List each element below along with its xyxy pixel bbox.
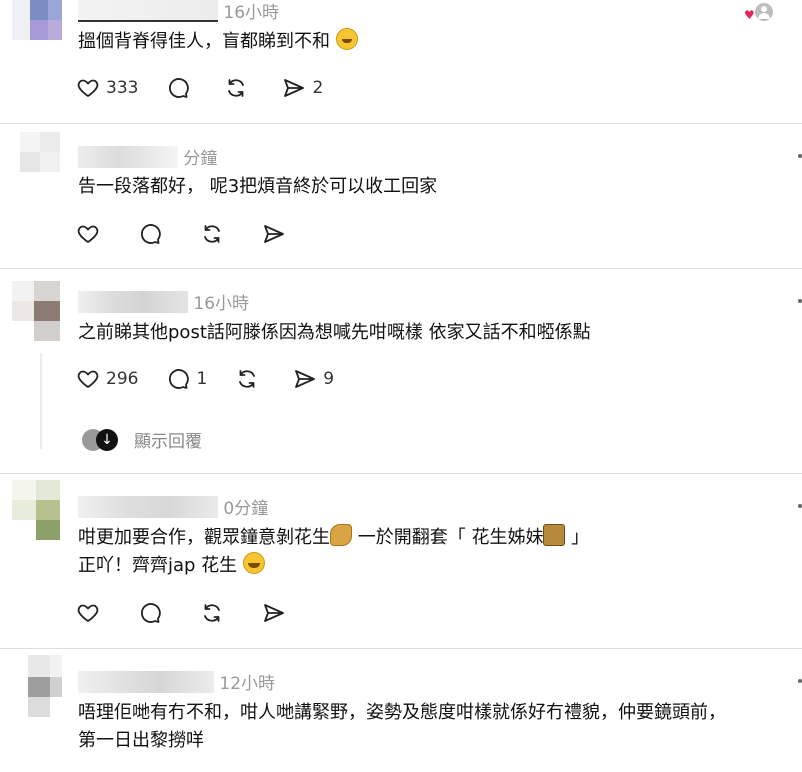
post-meta: 12小時 (78, 669, 276, 694)
avatar[interactable] (8, 480, 60, 540)
grin-emoji (242, 552, 265, 574)
show-replies-button[interactable]: ↓ 顯示回覆 (82, 427, 202, 452)
comment-text: 搵個背脊得佳人，盲都睇到不和 (78, 28, 358, 56)
peanut-emoji (330, 524, 352, 546)
share-button[interactable]: 2 (282, 76, 323, 100)
repost-button[interactable] (235, 367, 265, 391)
post-time: 16小時 (223, 3, 280, 23)
comment-text: 之前睇其他post話阿滕係因為想喊先咁嘅樣 依家又話不和𠻺係點 (78, 322, 591, 343)
share-button[interactable] (262, 222, 292, 246)
liked-by-indicator[interactable]: ♥ (744, 2, 774, 22)
repost-icon (204, 225, 220, 243)
action-bar (76, 219, 320, 249)
repost-icon (228, 79, 245, 97)
avatar[interactable] (8, 132, 60, 192)
send-icon (264, 225, 284, 243)
post-meta: 16小時 (78, 289, 250, 314)
more-options-icon[interactable] (798, 154, 802, 158)
repost-button[interactable] (200, 222, 230, 246)
heart-icon (77, 604, 99, 622)
comment-icon (169, 369, 190, 389)
comment-button[interactable] (166, 76, 196, 100)
like-count: 333 (106, 78, 139, 98)
username-redacted[interactable] (78, 290, 188, 313)
more-options-icon[interactable] (798, 299, 802, 303)
action-bar: 296 1 9 (76, 364, 362, 394)
post-time: 0分鐘 (223, 499, 269, 519)
repost-button[interactable] (224, 76, 254, 100)
comment-icon (169, 78, 190, 98)
share-count: 9 (323, 369, 335, 389)
share-button[interactable] (262, 601, 292, 625)
comment-post: 0分鐘 咁更加要合作，觀眾鐘意剝花生 一於開翻套「 花生姊妹 」 正吖！齊齊ja… (0, 474, 802, 648)
like-button[interactable] (76, 222, 106, 246)
like-button[interactable]: 333 (76, 76, 138, 100)
more-options-icon[interactable] (798, 504, 802, 508)
thread-line (40, 353, 42, 449)
comment-post: 分鐘 告一段落都好， 呢3把煩音終於可以收工回家 (0, 124, 802, 268)
repost-button[interactable] (200, 601, 230, 625)
comment-button[interactable]: 1 (166, 367, 207, 391)
heart-icon (77, 79, 99, 97)
username-redacted[interactable] (78, 495, 218, 518)
post-meta: 分鐘 (78, 144, 218, 169)
username-redacted[interactable] (78, 670, 214, 693)
comment-icon (141, 224, 161, 244)
avatar-icon (754, 2, 774, 22)
post-time: 12小時 (219, 674, 276, 694)
comment-post: 16小時 之前睇其他post話阿滕係因為想喊先咁嘅樣 依家又話不和𠻺係點 296… (0, 269, 802, 473)
share-count: 2 (312, 78, 324, 98)
action-bar (76, 598, 320, 628)
comment-icon (141, 603, 161, 623)
avatar[interactable] (8, 281, 60, 341)
post-meta: 0分鐘 (78, 494, 269, 519)
like-button[interactable] (76, 601, 106, 625)
comment-text: 咁更加要合作，觀眾鐘意剝花生 一於開翻套「 花生姊妹 」 正吖！齊齊jap 花生 (78, 524, 589, 580)
repost-icon (204, 604, 220, 622)
comment-count: 1 (196, 369, 208, 389)
repost-icon (239, 370, 256, 388)
comment-button[interactable] (138, 222, 168, 246)
action-bar: 333 2 (76, 73, 351, 103)
post-time: 分鐘 (183, 149, 218, 169)
heart-icon (77, 225, 99, 243)
comment-text: 唔理佢哋有冇不和，咁人哋講緊野，姿勢及態度咁樣就係好冇禮貌，仲要鏡頭前， 第一日… (78, 702, 726, 751)
heart-icon (77, 370, 99, 388)
more-options-icon[interactable] (798, 679, 802, 683)
send-icon (295, 370, 316, 388)
post-meta: 16小時 (78, 0, 280, 23)
send-icon (284, 79, 305, 97)
avatar[interactable] (8, 0, 62, 40)
like-count: 296 (106, 369, 139, 389)
comment-text: 告一段落都好， 呢3把煩音終於可以收工回家 (78, 176, 438, 197)
like-button[interactable]: 296 (76, 367, 138, 391)
send-icon (264, 604, 284, 622)
show-replies-label: 顯示回覆 (134, 432, 202, 452)
comment-button[interactable] (138, 601, 168, 625)
avatar[interactable] (8, 655, 62, 717)
share-button[interactable]: 9 (293, 367, 334, 391)
rolling-laugh-emoji (335, 28, 358, 50)
comment-post: 12小時 唔理佢哋有冇不和，咁人哋講緊野，姿勢及態度咁樣就係好冇禮貌，仲要鏡頭前… (0, 649, 802, 772)
comment-post: 16小時 ♥ 搵個背脊得佳人，盲都睇到不和 333 2 (0, 0, 802, 124)
username-redacted[interactable] (78, 145, 178, 168)
username-redacted[interactable] (78, 0, 218, 22)
post-time: 16小時 (193, 294, 250, 314)
two-women-emoji (543, 524, 566, 546)
arrow-down-icon: ↓ (96, 428, 118, 451)
